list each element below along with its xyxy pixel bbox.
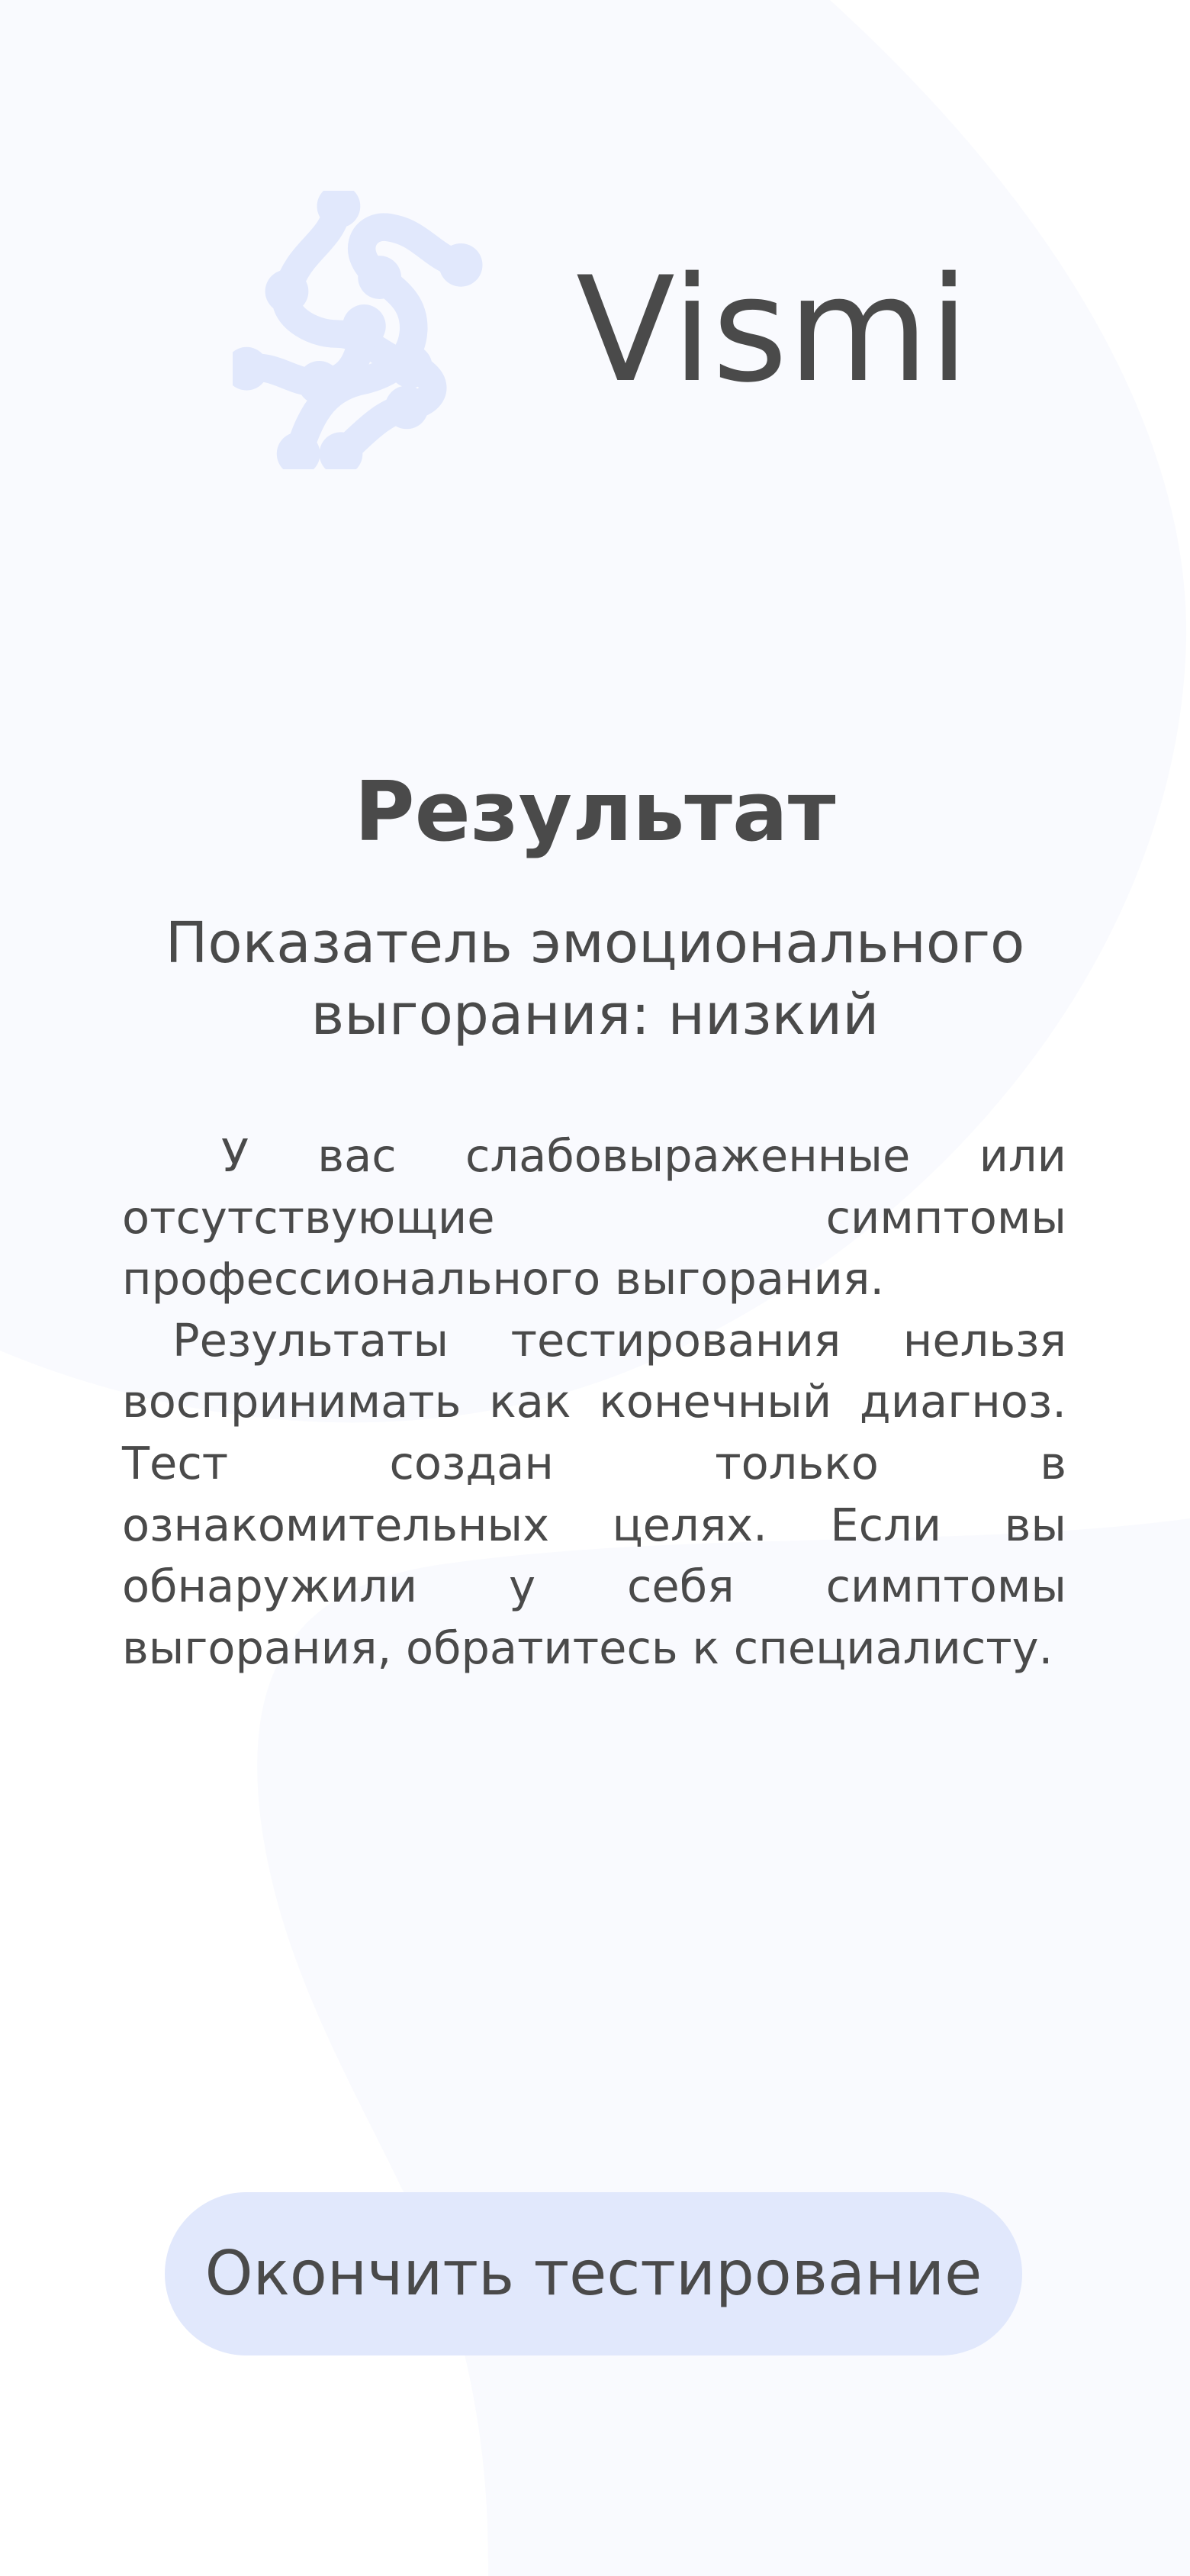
finish-testing-button[interactable]: Окончить тестирование (165, 2192, 1022, 2355)
burnout-score-text: Показатель эмоционального выгорания: низ… (165, 910, 1025, 1048)
result-paragraph-symptoms: У вас слабовыраженные или отсутствующие … (122, 1129, 1066, 1306)
brand-header: Vismi (0, 0, 1190, 496)
result-screen: Vismi Результат Показатель эмоциональног… (0, 0, 1190, 2576)
result-title: Результат (354, 765, 836, 861)
brand-name: Vismi (576, 246, 970, 414)
result-description: У вас слабовыраженные или отсутствующие … (122, 1125, 1066, 1679)
molecule-logo-icon (233, 191, 483, 469)
result-paragraph-disclaimer: Результаты тестирования нельзя восприним… (122, 1313, 1066, 1674)
